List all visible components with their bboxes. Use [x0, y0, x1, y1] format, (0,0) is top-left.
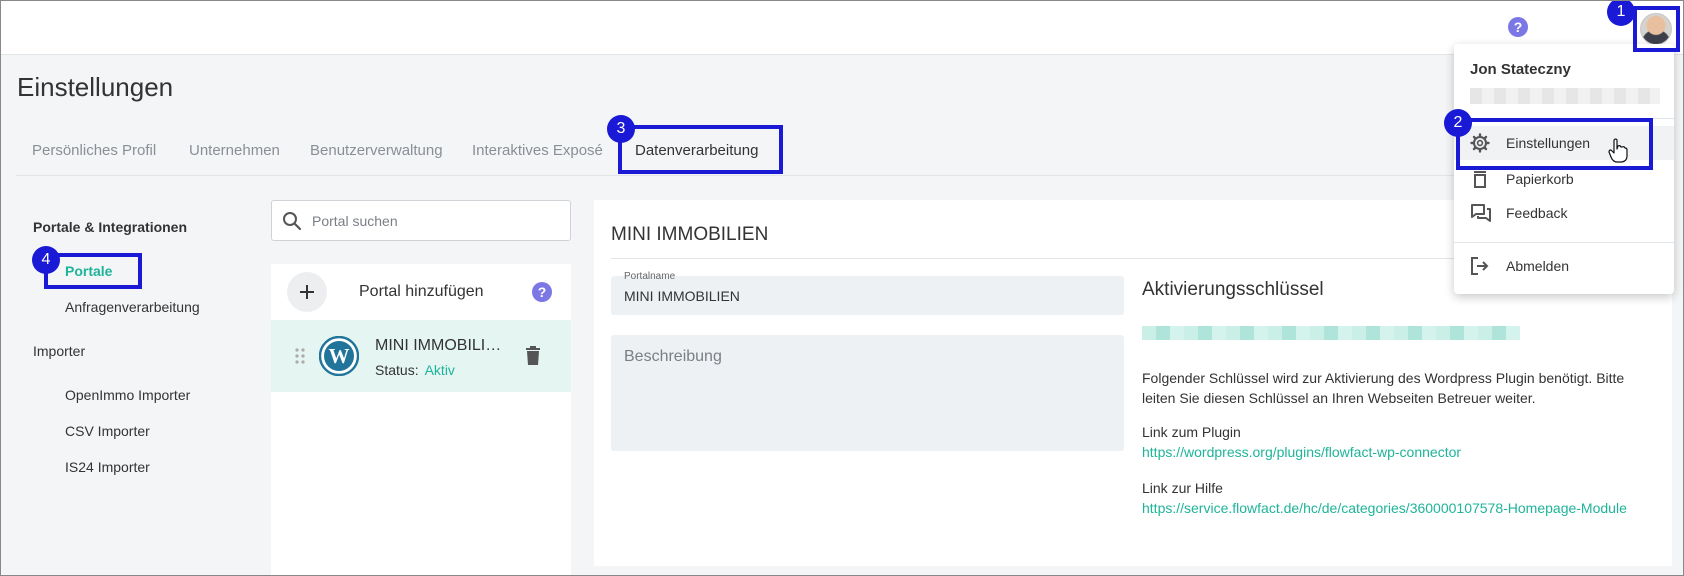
sidebar-item-is24-importer[interactable]: IS24 Importer: [65, 459, 150, 475]
add-portal-button[interactable]: [287, 272, 327, 312]
menu-item-label: Papierkorb: [1506, 171, 1574, 187]
activation-key-value: [1142, 326, 1520, 340]
plugin-link-label: Link zum Plugin: [1142, 424, 1241, 440]
top-bar: ?: [0, 0, 1684, 55]
activation-key-title: Aktivierungsschlüssel: [1142, 279, 1324, 300]
divider: [1454, 118, 1674, 119]
list-item[interactable]: W MINI IMMOBILIEN Status: Aktiv: [271, 320, 571, 392]
menu-item-papierkorb[interactable]: Papierkorb: [1454, 162, 1674, 196]
sidebar-item-portale[interactable]: Portale: [65, 263, 112, 279]
portal-search-box: [271, 200, 571, 241]
portal-status: Status: Aktiv: [375, 362, 455, 378]
add-portal-label: Portal hinzufügen: [359, 283, 484, 300]
description-field[interactable]: Beschreibung: [611, 335, 1124, 451]
tab-user-management[interactable]: Benutzerverwaltung: [310, 142, 443, 159]
add-portal-row[interactable]: Portal hinzufügen ?: [271, 264, 571, 320]
status-label: Status:: [375, 362, 419, 378]
description-placeholder: Beschreibung: [624, 348, 722, 365]
hand-cursor-icon: [1608, 138, 1628, 163]
help-link[interactable]: https://service.flowfact.de/hc/de/catego…: [1142, 500, 1627, 516]
gear-icon: [1470, 133, 1490, 153]
wordpress-logo-icon: W: [319, 336, 359, 376]
help-icon[interactable]: ?: [532, 282, 552, 302]
status-badge: Aktiv: [424, 362, 455, 378]
divider: [1454, 242, 1674, 243]
portalname-field[interactable]: Portalname MINI IMMOBILIEN: [611, 271, 1124, 315]
portalname-value: MINI IMMOBILIEN: [624, 288, 740, 304]
user-avatar[interactable]: [1640, 13, 1672, 45]
portal-list: Portal hinzufügen ? W MINI IMMOBILIEN St…: [271, 264, 571, 576]
menu-item-label: Einstellungen: [1506, 135, 1591, 151]
menu-item-label: Abmelden: [1506, 258, 1570, 274]
plugin-link[interactable]: https://wordpress.org/plugins/flowfact-w…: [1142, 444, 1461, 460]
user-menu: Jon Stateczny Einstellungen Papierkorb F…: [1454, 44, 1674, 294]
tab-personal-profile[interactable]: Persönliches Profil: [32, 142, 156, 159]
portalname-label: Portalname: [624, 271, 676, 282]
trash-icon: [1474, 171, 1486, 188]
search-icon: [283, 212, 302, 231]
menu-item-abmelden[interactable]: Abmelden: [1454, 249, 1674, 283]
logout-icon: [1471, 257, 1489, 275]
portal-name: MINI IMMOBILIEN: [375, 337, 505, 354]
menu-item-einstellungen[interactable]: Einstellungen: [1454, 126, 1674, 160]
settings-tabs: Persönliches Profil Unternehmen Benutzer…: [16, 122, 1456, 176]
annotation-badge-2: 2: [1444, 109, 1472, 137]
sidebar-item-anfragenverarbeitung[interactable]: Anfragenverarbeitung: [65, 299, 200, 315]
plus-icon: [300, 285, 314, 299]
drag-handle-icon[interactable]: [295, 348, 305, 364]
portal-search-input[interactable]: [312, 201, 562, 240]
sidebar-section-portals: Portale & Integrationen: [33, 219, 188, 235]
detail-title: MINI IMMOBILIEN: [611, 224, 769, 245]
menu-item-feedback[interactable]: Feedback: [1454, 196, 1674, 230]
help-icon[interactable]: ?: [1508, 17, 1528, 37]
page-title: Einstellungen: [17, 72, 174, 102]
feedback-icon: [1471, 204, 1491, 222]
tab-data-processing[interactable]: Datenverarbeitung: [635, 142, 758, 159]
trash-icon[interactable]: [525, 346, 541, 366]
user-name: Jon Stateczny: [1470, 61, 1571, 78]
tab-interactive-expose[interactable]: Interaktives Exposé: [472, 142, 603, 159]
sidebar-section-importer: Importer: [33, 343, 86, 359]
annotation-badge-4: 4: [32, 246, 60, 274]
sidebar-item-openimmo-importer[interactable]: OpenImmo Importer: [65, 387, 190, 403]
sidebar-item-csv-importer[interactable]: CSV Importer: [65, 423, 150, 439]
help-link-label: Link zur Hilfe: [1142, 480, 1223, 496]
activation-info-text: Folgender Schlüssel wird zur Aktivierung…: [1142, 370, 1625, 406]
user-email: [1470, 88, 1660, 104]
menu-item-label: Feedback: [1506, 205, 1568, 221]
annotation-badge-3: 3: [607, 115, 635, 143]
tab-company[interactable]: Unternehmen: [189, 142, 280, 159]
svg-text:W: W: [329, 344, 350, 368]
